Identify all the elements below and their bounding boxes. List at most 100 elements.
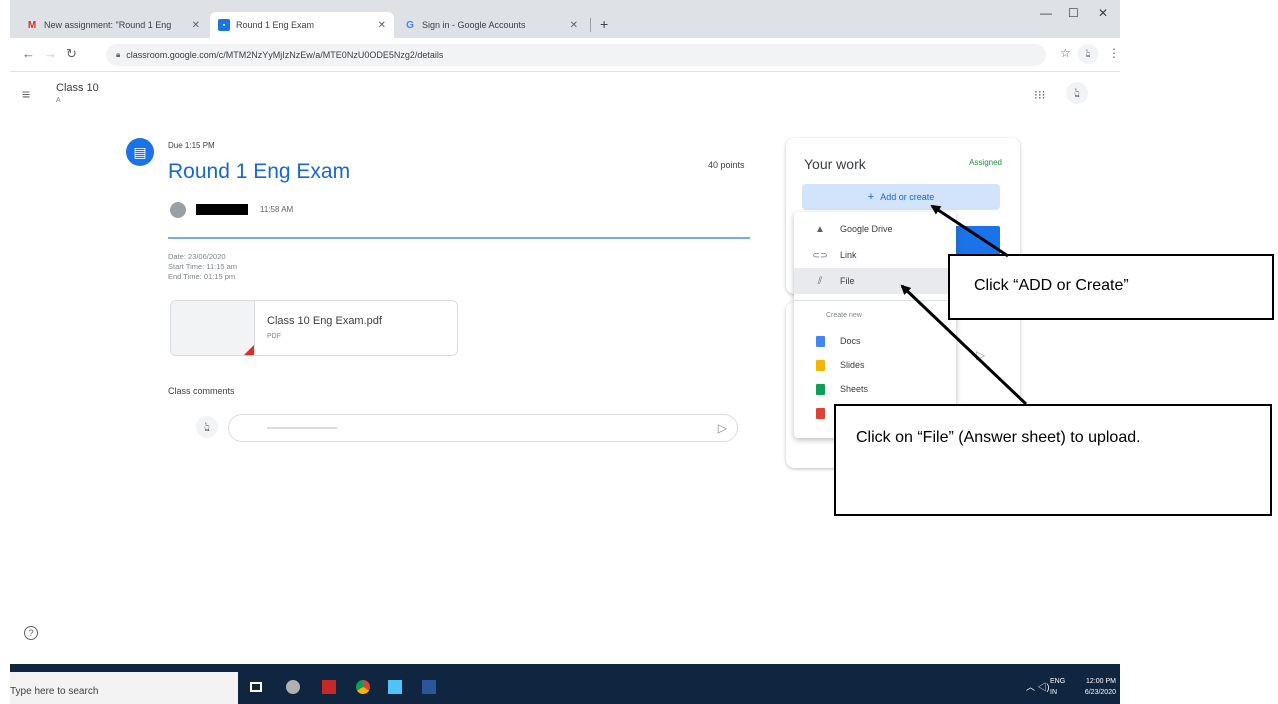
close-icon[interactable]: ✕	[570, 20, 578, 31]
description-end: End Time: 01:15 pm	[168, 272, 236, 281]
task-view-icon[interactable]	[250, 682, 262, 692]
class-name[interactable]: Class 10	[56, 82, 99, 94]
menu-item-sheets[interactable]: Sheets	[794, 376, 956, 402]
create-new-label: Create new	[826, 312, 862, 319]
menu-item-label: Docs	[840, 336, 861, 346]
menu-item-link[interactable]: ⊂⊃ Link	[794, 242, 956, 268]
taskbar-search[interactable]: Type here to search	[10, 672, 238, 704]
send-icon[interactable]: ▷	[718, 421, 727, 435]
add-or-create-label: Add or create	[880, 192, 935, 202]
maximize-icon[interactable]: ☐	[1068, 6, 1079, 20]
menu-item-slides[interactable]: Slides	[794, 352, 956, 378]
help-icon[interactable]: ?	[24, 626, 38, 640]
address-bar[interactable]: 🔒︎ classroom.google.com/c/MTM2NzYyMjIzNz…	[106, 44, 1046, 66]
callout-file: Click on “File” (Answer sheet) to upload…	[834, 404, 1272, 516]
tab-label: New assignment: "Round 1 Eng	[44, 20, 172, 30]
new-tab-icon[interactable]: +	[600, 16, 608, 32]
tab-label: Round 1 Eng Exam	[236, 20, 315, 30]
tab-label: Sign in - Google Accounts	[422, 20, 526, 30]
system-tray-icons[interactable]: ︿ ◁)	[1026, 680, 1050, 693]
callout-add-or-create: Click “ADD or Create”	[948, 254, 1274, 320]
word-icon[interactable]	[422, 680, 436, 694]
close-icon[interactable]: ✕	[378, 20, 386, 31]
menu-item-docs[interactable]: Docs	[794, 328, 956, 354]
assignment-icon: ▤	[126, 138, 154, 166]
class-section: A	[56, 97, 61, 104]
docs-icon	[814, 335, 826, 347]
menu-item-label: File	[840, 276, 855, 286]
due-time: Due 1:15 PM	[168, 141, 215, 150]
forward-icon[interactable]: →	[44, 46, 57, 61]
comment-placeholder	[267, 427, 337, 429]
language-bottom: IN	[1050, 689, 1057, 696]
file-explorer-icon[interactable]	[388, 680, 402, 694]
status-badge: Assigned	[969, 158, 1002, 167]
class-comments-label: Class comments	[168, 386, 235, 396]
hamburger-menu-icon[interactable]: ≡	[22, 86, 30, 102]
classroom-icon: ▪	[218, 19, 230, 31]
comment-input[interactable]: ▷	[228, 414, 738, 442]
redacted-author-name	[196, 204, 248, 215]
minimize-icon[interactable]: —	[1040, 6, 1052, 20]
pdf-corner-icon	[242, 345, 254, 355]
browser-toolbar: ← → ↻ 🔒︎ classroom.google.com/c/MTM2NzYy…	[10, 38, 1120, 72]
red-app-icon[interactable]	[322, 680, 336, 694]
window-close-icon[interactable]: ✕	[1098, 6, 1108, 20]
google-apps-icon[interactable]: ⁝⁝⁝	[1034, 88, 1045, 102]
reload-icon[interactable]: ↻	[66, 46, 77, 62]
tab-separator	[590, 18, 591, 32]
close-icon[interactable]: ✕	[192, 20, 200, 31]
menu-item-label: Google Drive	[840, 224, 893, 234]
gmail-icon: M	[27, 19, 37, 31]
taskbar-search-text: Type here to search	[10, 686, 99, 697]
clock[interactable]: 12:00 PM 6/23/2020	[1085, 676, 1116, 698]
class-header: ≡ Class 10 A ⁝⁝⁝ 👆︎	[10, 72, 1120, 112]
commenter-avatar: 👆︎	[196, 416, 218, 438]
assignment-title: Round 1 Eng Exam	[168, 160, 351, 183]
posted-time: 11:58 AM	[260, 205, 294, 214]
menu-item-label: Sheets	[840, 384, 869, 394]
chrome-icon[interactable]	[356, 680, 370, 694]
attachment-card[interactable]: Class 10 Eng Exam.pdf PDF	[170, 300, 458, 356]
description-date: Date: 23/06/2020	[168, 252, 226, 261]
callout-file-text: Click on “File” (Answer sheet) to upload…	[856, 429, 1141, 446]
tab-google-accounts[interactable]: G Sign in - Google Accounts ✕	[396, 12, 586, 38]
send-icon[interactable]: ▷	[976, 348, 985, 362]
settings-app-icon[interactable]	[286, 680, 300, 694]
pdf-thumbnail	[171, 301, 255, 355]
description-start: Start Time: 11:15 am	[168, 262, 238, 271]
your-work-heading: Your work	[804, 156, 866, 172]
link-icon: ⊂⊃	[812, 249, 828, 260]
google-drive-icon: ▲	[815, 223, 825, 235]
screenshot: M New assignment: "Round 1 Eng ✕ ▪ Round…	[10, 0, 1120, 704]
profile-avatar[interactable]: 👆︎	[1078, 44, 1098, 64]
divider	[168, 237, 750, 239]
paperclip-icon: ⫽	[817, 275, 823, 287]
menu-item-label: Link	[840, 250, 857, 260]
add-or-create-button[interactable]: + Add or create	[802, 184, 1000, 210]
windows-taskbar: Type here to search ︿ ◁) ENG IN 12:00 PM…	[10, 664, 1120, 704]
menu-item-label: Slides	[840, 360, 865, 370]
author-avatar	[170, 202, 186, 218]
menu-item-google-drive[interactable]: ▲ Google Drive	[794, 216, 956, 242]
tab-gmail[interactable]: M New assignment: "Round 1 Eng ✕	[18, 12, 208, 38]
clock-time: 12:00 PM	[1086, 678, 1116, 685]
more-menu-icon[interactable]: ⋮	[1108, 46, 1120, 60]
slides-icon	[814, 359, 826, 371]
account-avatar[interactable]: 👆︎	[1066, 82, 1088, 104]
attachment-type: PDF	[267, 333, 281, 340]
menu-divider	[794, 300, 956, 301]
attachment-name: Class 10 Eng Exam.pdf	[267, 315, 382, 327]
menu-item-file[interactable]: ⫽ File	[794, 268, 956, 294]
google-icon: G	[406, 19, 414, 31]
language-indicator[interactable]: ENG IN	[1050, 676, 1065, 698]
points-label: 40 points	[708, 160, 745, 170]
browser-tab-strip: M New assignment: "Round 1 Eng ✕ ▪ Round…	[10, 0, 1120, 38]
tab-classroom[interactable]: ▪ Round 1 Eng Exam ✕	[210, 12, 394, 38]
back-icon[interactable]: ←	[22, 46, 35, 61]
lock-icon: 🔒︎	[116, 50, 121, 59]
clock-date: 6/23/2020	[1084, 689, 1116, 696]
sheets-icon	[814, 383, 826, 395]
bookmark-star-icon[interactable]: ☆	[1060, 46, 1071, 60]
drawings-icon	[814, 407, 826, 419]
